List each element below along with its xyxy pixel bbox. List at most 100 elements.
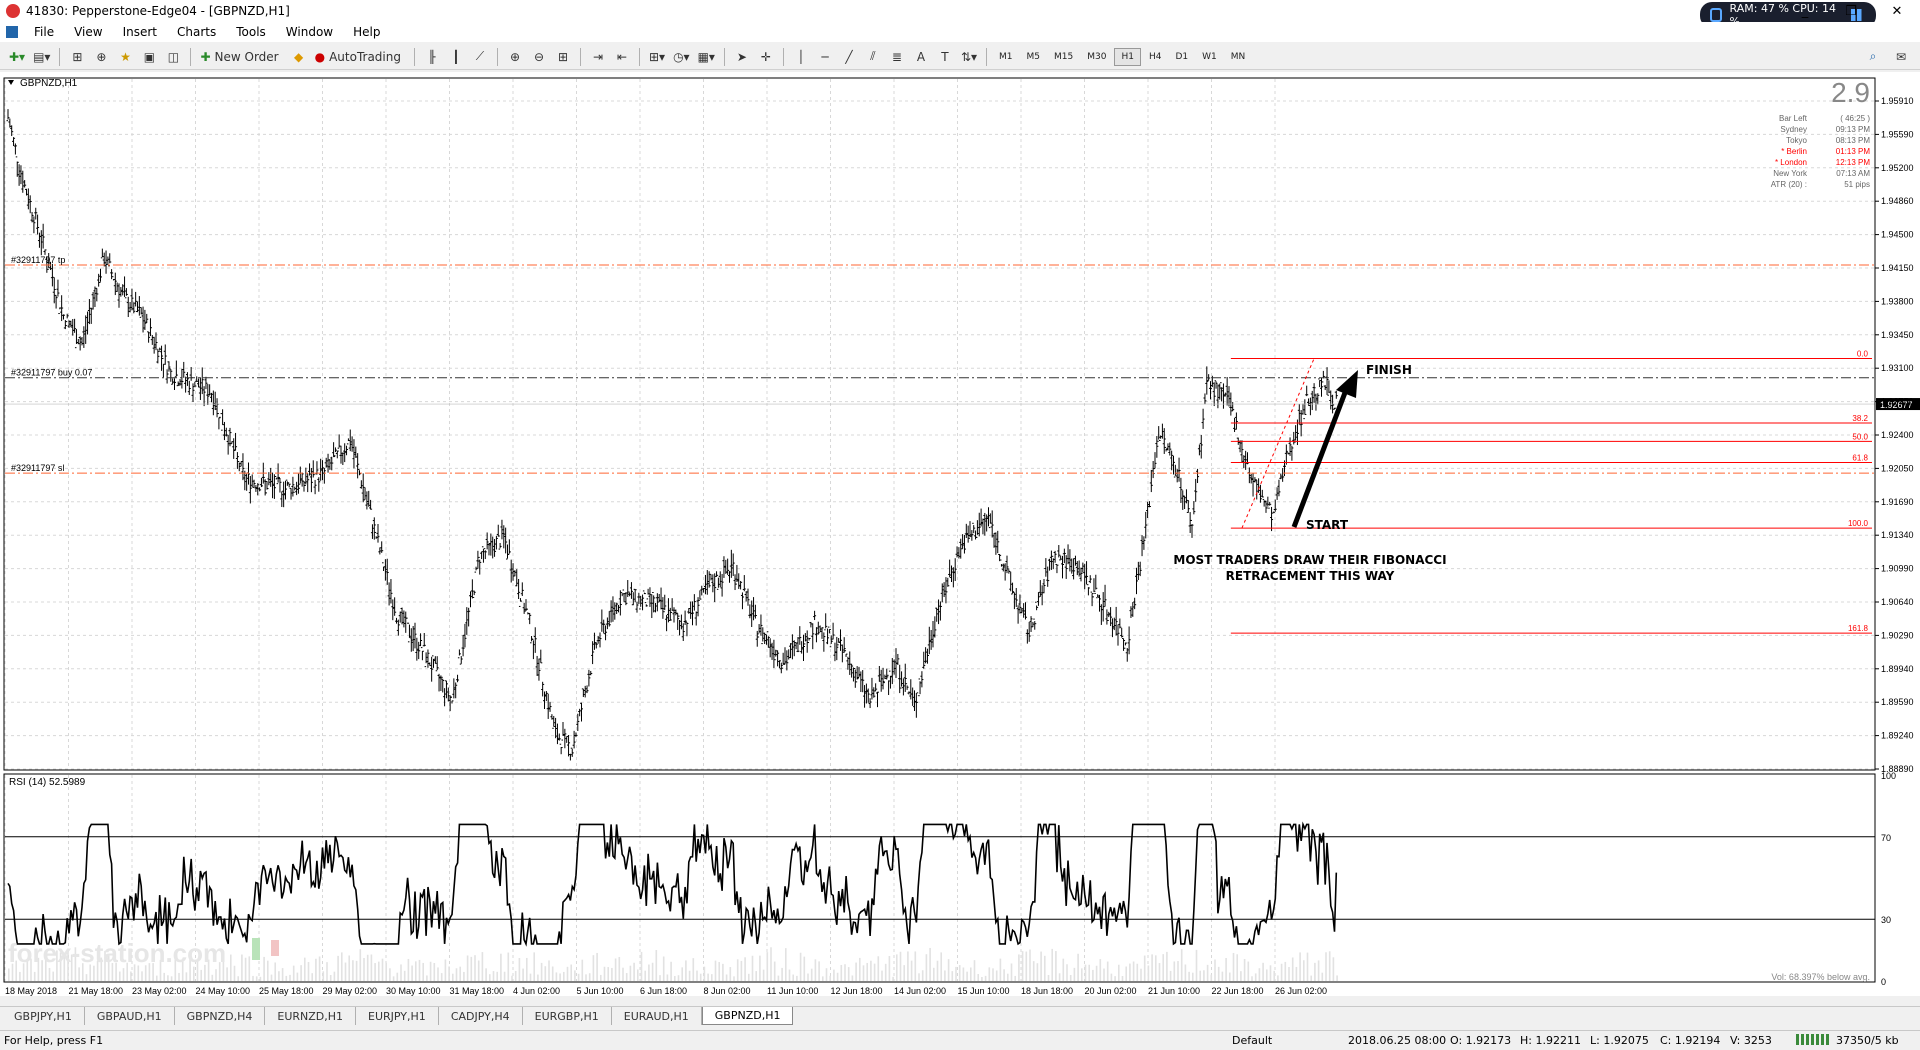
line-chart-icon[interactable]: ⟋	[469, 46, 491, 68]
autotrading-button[interactable]: ● AutoTrading	[312, 46, 408, 68]
volume-bar	[844, 964, 846, 981]
volume-bar	[48, 967, 51, 981]
timeframe-m1[interactable]: M1	[993, 48, 1019, 66]
volume-bar	[999, 958, 1002, 981]
timeframe-m5[interactable]: M5	[1021, 48, 1047, 66]
tab-eurnzd-h1[interactable]: EURNZD,H1	[265, 1007, 357, 1025]
channel-icon[interactable]: ⫽	[862, 46, 884, 68]
timeframe-mn[interactable]: MN	[1225, 48, 1252, 66]
zoom-out-icon[interactable]: ⊖	[528, 46, 550, 68]
candlestick-icon[interactable]: ┃	[445, 46, 467, 68]
menu-charts[interactable]: Charts	[167, 25, 226, 39]
fibonacci-icon[interactable]: ≣	[886, 46, 908, 68]
tile-windows-icon[interactable]: ⊞	[552, 46, 574, 68]
timeframe-m30[interactable]: M30	[1081, 48, 1112, 66]
menu-help[interactable]: Help	[343, 25, 390, 39]
templates-icon[interactable]: ▦▾	[695, 46, 718, 68]
text-icon[interactable]: A	[910, 46, 932, 68]
tab-gbpaud-h1[interactable]: GBPAUD,H1	[85, 1007, 175, 1025]
info-row-label: * Berlin	[1781, 147, 1807, 156]
volume-bar	[259, 976, 262, 981]
price-tick-label: 1.92050	[1881, 463, 1914, 473]
tab-eurgbp-h1[interactable]: EURGBP,H1	[523, 1007, 612, 1025]
volume-bar	[644, 970, 646, 981]
timeframe-h1[interactable]: H1	[1114, 47, 1141, 66]
volume-bar	[648, 964, 650, 981]
cursor-icon[interactable]: ➤	[731, 46, 753, 68]
chart-shift-icon[interactable]: ⇤	[611, 46, 633, 68]
trendline-icon[interactable]: ╱	[838, 46, 860, 68]
tab-cadjpy-h4[interactable]: CADJPY,H4	[439, 1007, 523, 1025]
chart-canvas[interactable]: #32911797 tp #32911797 buy 0.07 #32911797 …	[0, 72, 1920, 996]
vertical-line-icon[interactable]: │	[790, 46, 812, 68]
tab-euraud-h1[interactable]: EURAUD,H1	[612, 1007, 702, 1025]
menu-tools[interactable]: Tools	[226, 25, 276, 39]
volume-bar	[944, 970, 946, 981]
status-close: C: 1.92194	[1660, 1034, 1721, 1047]
volume-bar	[200, 969, 202, 981]
volume-bar	[681, 967, 683, 981]
menu-window[interactable]: Window	[276, 25, 343, 39]
tab-gbpnzd-h1[interactable]: GBPNZD,H1	[701, 1007, 794, 1025]
market-watch-icon[interactable]: ⊞	[66, 46, 88, 68]
volume-bar	[1151, 954, 1153, 981]
zoom-in-icon[interactable]: ⊕	[504, 46, 526, 68]
new-chart-icon[interactable]: ✚▾	[6, 46, 28, 68]
arrows-icon[interactable]: ⇅▾	[958, 46, 980, 68]
volume-bar	[570, 964, 572, 981]
volume-bar	[1095, 965, 1098, 981]
strategy-tester-icon[interactable]: ◫	[162, 46, 184, 68]
terminal-icon[interactable]: ▣	[138, 46, 160, 68]
indicators-icon[interactable]: ⊞▾	[646, 46, 668, 68]
menu-insert[interactable]: Insert	[113, 25, 167, 39]
text-label-icon[interactable]: T	[934, 46, 956, 68]
timeframe-h4[interactable]: H4	[1143, 48, 1168, 66]
tab-gbpjpy-h1[interactable]: GBPJPY,H1	[2, 1007, 85, 1025]
expert-icon[interactable]: ◆	[288, 46, 310, 68]
crosshair-icon[interactable]: ✛	[755, 46, 777, 68]
volume-bar	[555, 972, 558, 981]
tab-gbpnzd-h4[interactable]: GBPNZD,H4	[175, 1007, 266, 1025]
volume-bar	[788, 969, 791, 981]
search-icon[interactable]: ⌕	[1862, 46, 1884, 68]
volume-bar	[714, 960, 717, 981]
close-button[interactable]: ✕	[1874, 0, 1920, 22]
volume-bar	[1277, 975, 1279, 981]
info-row-value: 07:13 AM	[1836, 169, 1870, 178]
timeframe-w1[interactable]: W1	[1196, 48, 1223, 66]
auto-scroll-icon[interactable]: ⇥	[587, 46, 609, 68]
horizontal-line-icon[interactable]: ─	[814, 46, 836, 68]
menu-view[interactable]: View	[64, 25, 112, 39]
volume-bar	[929, 947, 931, 981]
volume-bar	[1206, 964, 1209, 981]
data-window-icon[interactable]: ⊕	[90, 46, 112, 68]
menu-file[interactable]: File	[24, 25, 64, 39]
timeframe-m15[interactable]: M15	[1048, 48, 1079, 66]
volume-bar	[385, 962, 387, 981]
chat-icon[interactable]: ✉	[1890, 46, 1912, 68]
bar-chart-icon[interactable]: ╟	[421, 46, 443, 68]
chart-window[interactable]: #32911797 tp #32911797 buy 0.07 #32911797 …	[0, 72, 1920, 996]
restore-button[interactable]: ❐	[1828, 0, 1874, 22]
volume-bar	[281, 968, 284, 981]
watermark-logo-bar	[252, 938, 260, 960]
time-tick-label: 12 Jun 18:00	[831, 986, 883, 996]
volume-bar	[799, 952, 802, 981]
info-panel: 2.9 Bar Left ( 46:25 ) Sydney 09:13 PM Tokyo…	[1771, 77, 1871, 189]
volume-bar	[622, 967, 624, 981]
toolbar-separator	[579, 47, 581, 66]
profiles-icon[interactable]: ▤▾	[30, 46, 53, 68]
volume-bar	[748, 973, 750, 981]
volume-bar	[892, 976, 894, 981]
new-order-button[interactable]: ✚ New Order	[197, 46, 285, 68]
timeframe-d1[interactable]: D1	[1169, 48, 1194, 66]
periods-icon[interactable]: ◷▾	[670, 46, 693, 68]
navigator-icon[interactable]: ★	[114, 46, 136, 68]
volume-bar	[1114, 976, 1116, 981]
tab-eurjpy-h1[interactable]: EURJPY,H1	[356, 1007, 439, 1025]
volume-bar	[540, 962, 543, 981]
volume-bar	[600, 974, 602, 981]
minimize-button[interactable]: _	[1782, 0, 1828, 22]
volume-bar	[1203, 970, 1205, 981]
symbol-dropdown-icon[interactable]	[8, 80, 14, 85]
